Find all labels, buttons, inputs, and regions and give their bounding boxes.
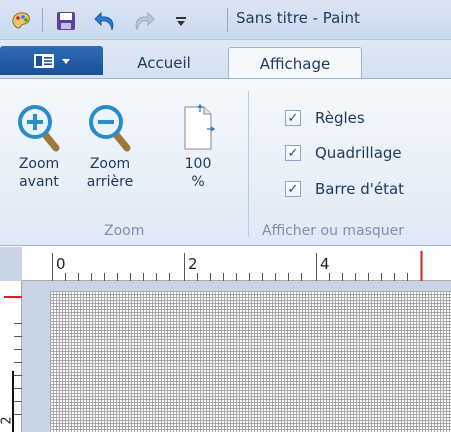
ribbon-panel: Zoom avant Zoom arrière 100 % Zoom ✓ Règ… (0, 78, 451, 246)
workspace: 0 2 4 2 (0, 247, 451, 432)
zoom-in-label-1: Zoom (18, 156, 60, 172)
ruler-label-2: 2 (188, 255, 198, 273)
rulers-label: Règles (315, 109, 365, 127)
rulers-checkbox[interactable]: ✓ (285, 110, 301, 126)
canvas-area (22, 281, 451, 432)
zoom-out-button[interactable]: Zoom arrière (74, 101, 146, 191)
vertical-ruler-label: 2 (0, 416, 15, 425)
ruler-label-4: 4 (320, 255, 330, 273)
save-icon[interactable] (53, 9, 79, 33)
zoom-100-label-1: 100 (184, 156, 212, 172)
gridlines-label: Quadrillage (315, 144, 402, 162)
status-bar-label: Barre d'état (315, 180, 405, 198)
customize-arrow-icon[interactable] (168, 9, 194, 33)
rulers-checkbox-row[interactable]: ✓ Règles (285, 109, 365, 127)
zoom-out-icon (89, 105, 131, 152)
zoom-in-icon (18, 105, 60, 152)
tab-affichage[interactable]: Affichage (228, 47, 362, 79)
chevron-down-icon (61, 58, 70, 64)
zoom-group-label: Zoom (104, 223, 145, 239)
drawing-canvas[interactable] (50, 291, 451, 432)
ribbon-tab-row: Accueil Affichage (0, 40, 451, 79)
horizontal-ruler: 0 2 4 (22, 247, 451, 281)
zoom-100-button[interactable]: 100 % (168, 101, 228, 191)
ruler-label-0: 0 (56, 255, 66, 273)
status-bar-checkbox[interactable]: ✓ (285, 181, 301, 197)
group-separator (248, 91, 249, 237)
zoom-in-label-2: avant (19, 174, 59, 190)
paint-menu-button[interactable] (0, 46, 103, 75)
menu-icon (33, 53, 54, 68)
zoom-out-label-1: Zoom (89, 156, 131, 172)
gridlines-checkbox[interactable]: ✓ (285, 145, 301, 161)
ruler-corner (0, 247, 22, 281)
toolbar-separator (42, 8, 43, 32)
window-title: Sans titre - Paint (236, 9, 360, 27)
vertical-ruler: 2 (0, 281, 22, 432)
status-bar-checkbox-row[interactable]: ✓ Barre d'état (285, 180, 404, 198)
show-hide-group-label: Afficher ou masquer (262, 223, 405, 239)
page-100-icon (184, 103, 216, 150)
zoom-out-label-2: arrière (86, 174, 134, 190)
tab-accueil[interactable]: Accueil (118, 47, 210, 78)
zoom-100-label-2: % (191, 174, 205, 190)
title-bar: Sans titre - Paint (0, 0, 451, 40)
gridlines-checkbox-row[interactable]: ✓ Quadrillage (285, 144, 402, 162)
title-separator (227, 8, 228, 32)
undo-icon[interactable] (90, 9, 120, 33)
redo-icon[interactable] (130, 9, 158, 33)
zoom-in-button[interactable]: Zoom avant (8, 101, 70, 191)
paint-app-icon[interactable] (8, 9, 34, 33)
